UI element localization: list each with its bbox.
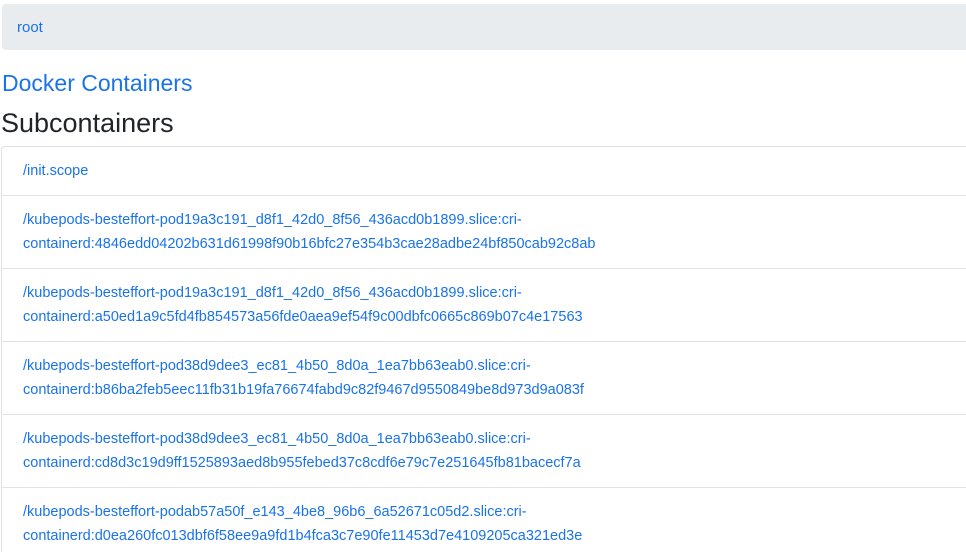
subcontainer-link-line1: /kubepods-besteffort-pod19a3c191_d8f1_42… <box>23 285 522 301</box>
list-item: /kubepods-besteffort-pod38d9dee3_ec81_4b… <box>2 415 966 488</box>
subcontainer-link-line1: /kubepods-besteffort-podab57a50f_e143_4b… <box>23 504 527 520</box>
subcontainer-link-line1: /init.scope <box>23 163 89 179</box>
list-item: /init.scope <box>2 147 966 196</box>
subcontainer-link-line1: /kubepods-besteffort-pod38d9dee3_ec81_4b… <box>23 431 531 447</box>
subcontainer-link[interactable]: /kubepods-besteffort-pod38d9dee3_ec81_4b… <box>23 354 966 402</box>
page: root Docker Containers Subcontainers /in… <box>0 0 966 552</box>
subcontainer-link[interactable]: /kubepods-besteffort-podab57a50f_e143_4b… <box>23 500 966 548</box>
subcontainer-link-line2: containerd:a50ed1a9c5fd4fb854573a56fde0a… <box>23 309 583 325</box>
subcontainers-list: /init.scope /kubepods-besteffort-pod19a3… <box>1 146 966 552</box>
subcontainer-link-line1: /kubepods-besteffort-pod19a3c191_d8f1_42… <box>23 212 522 228</box>
docker-containers-link[interactable]: Docker Containers <box>2 68 192 98</box>
subcontainer-link[interactable]: /kubepods-besteffort-pod38d9dee3_ec81_4b… <box>23 427 966 475</box>
breadcrumb-root-link[interactable]: root <box>17 19 43 36</box>
subcontainers-heading: Subcontainers <box>1 108 174 138</box>
subcontainer-link[interactable]: /kubepods-besteffort-pod19a3c191_d8f1_42… <box>23 208 966 256</box>
subcontainer-link-line2: containerd:4846edd04202b631d61998f90b16b… <box>23 236 596 252</box>
subcontainer-link-line2: containerd:cd8d3c19d9ff1525893aed8b955fe… <box>23 455 581 471</box>
subcontainer-link-line2: containerd:d0ea260fc013dbf6f58ee9a9fd1b4… <box>23 528 583 544</box>
subcontainer-link-line1: /kubepods-besteffort-pod38d9dee3_ec81_4b… <box>23 358 531 374</box>
list-item: /kubepods-besteffort-pod19a3c191_d8f1_42… <box>2 196 966 269</box>
list-item: /kubepods-besteffort-podab57a50f_e143_4b… <box>2 488 966 552</box>
subcontainer-link[interactable]: /kubepods-besteffort-pod19a3c191_d8f1_42… <box>23 281 966 329</box>
subcontainer-link-line2: containerd:b86ba2feb5eec11fb31b19fa76674… <box>23 382 584 398</box>
breadcrumb: root <box>2 4 966 50</box>
list-item: /kubepods-besteffort-pod38d9dee3_ec81_4b… <box>2 342 966 415</box>
subcontainer-link[interactable]: /init.scope <box>23 159 966 183</box>
list-item: /kubepods-besteffort-pod19a3c191_d8f1_42… <box>2 269 966 342</box>
